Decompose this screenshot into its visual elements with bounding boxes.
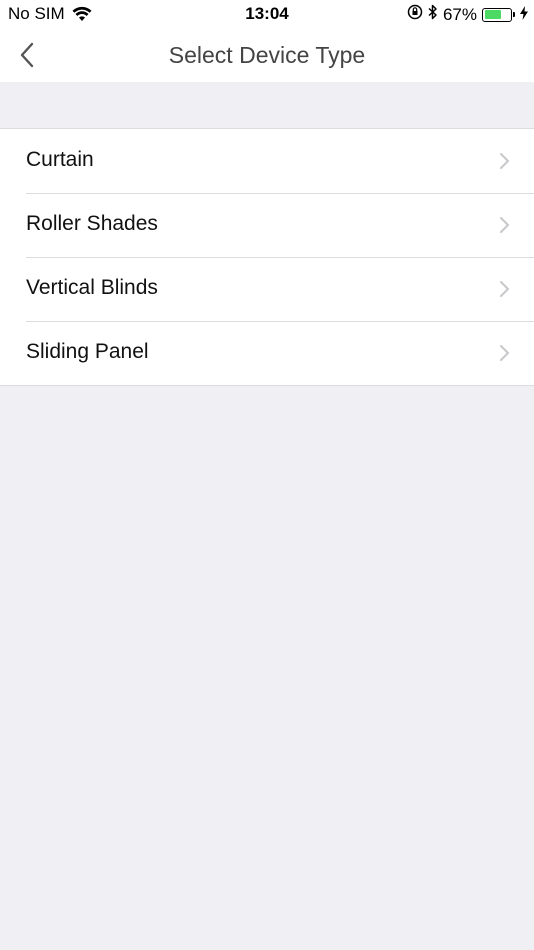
chevron-right-icon — [500, 217, 509, 233]
navigation-bar: Select Device Type — [0, 28, 534, 82]
orientation-lock-icon — [407, 4, 423, 25]
device-type-list: Curtain Roller Shades Vertical Blinds Slidi… — [0, 128, 534, 386]
chevron-right-icon — [500, 345, 509, 361]
battery-percent: 67% — [442, 4, 477, 24]
status-bar: No SIM 13:04 67% — [0, 0, 534, 28]
list-item-label: Vertical Blinds — [26, 276, 158, 299]
list-item-label: Roller Shades — [26, 212, 158, 235]
battery-fill — [484, 10, 502, 19]
charging-icon — [520, 5, 528, 25]
chevron-right-icon — [500, 153, 509, 169]
status-right: 67% — [402, 4, 528, 25]
page-title: Select Device Type — [168, 42, 366, 68]
list-item[interactable]: Roller Shades — [0, 193, 534, 257]
list-item[interactable]: Vertical Blinds — [0, 257, 534, 321]
chevron-right-icon — [500, 281, 509, 297]
list-item-label: Curtain — [26, 148, 94, 171]
list-item[interactable]: Curtain — [0, 129, 534, 193]
list-item-label: Sliding Panel — [26, 340, 149, 363]
bluetooth-icon — [428, 4, 438, 25]
list-item[interactable]: Sliding Panel — [0, 321, 534, 385]
battery-icon — [482, 7, 515, 22]
